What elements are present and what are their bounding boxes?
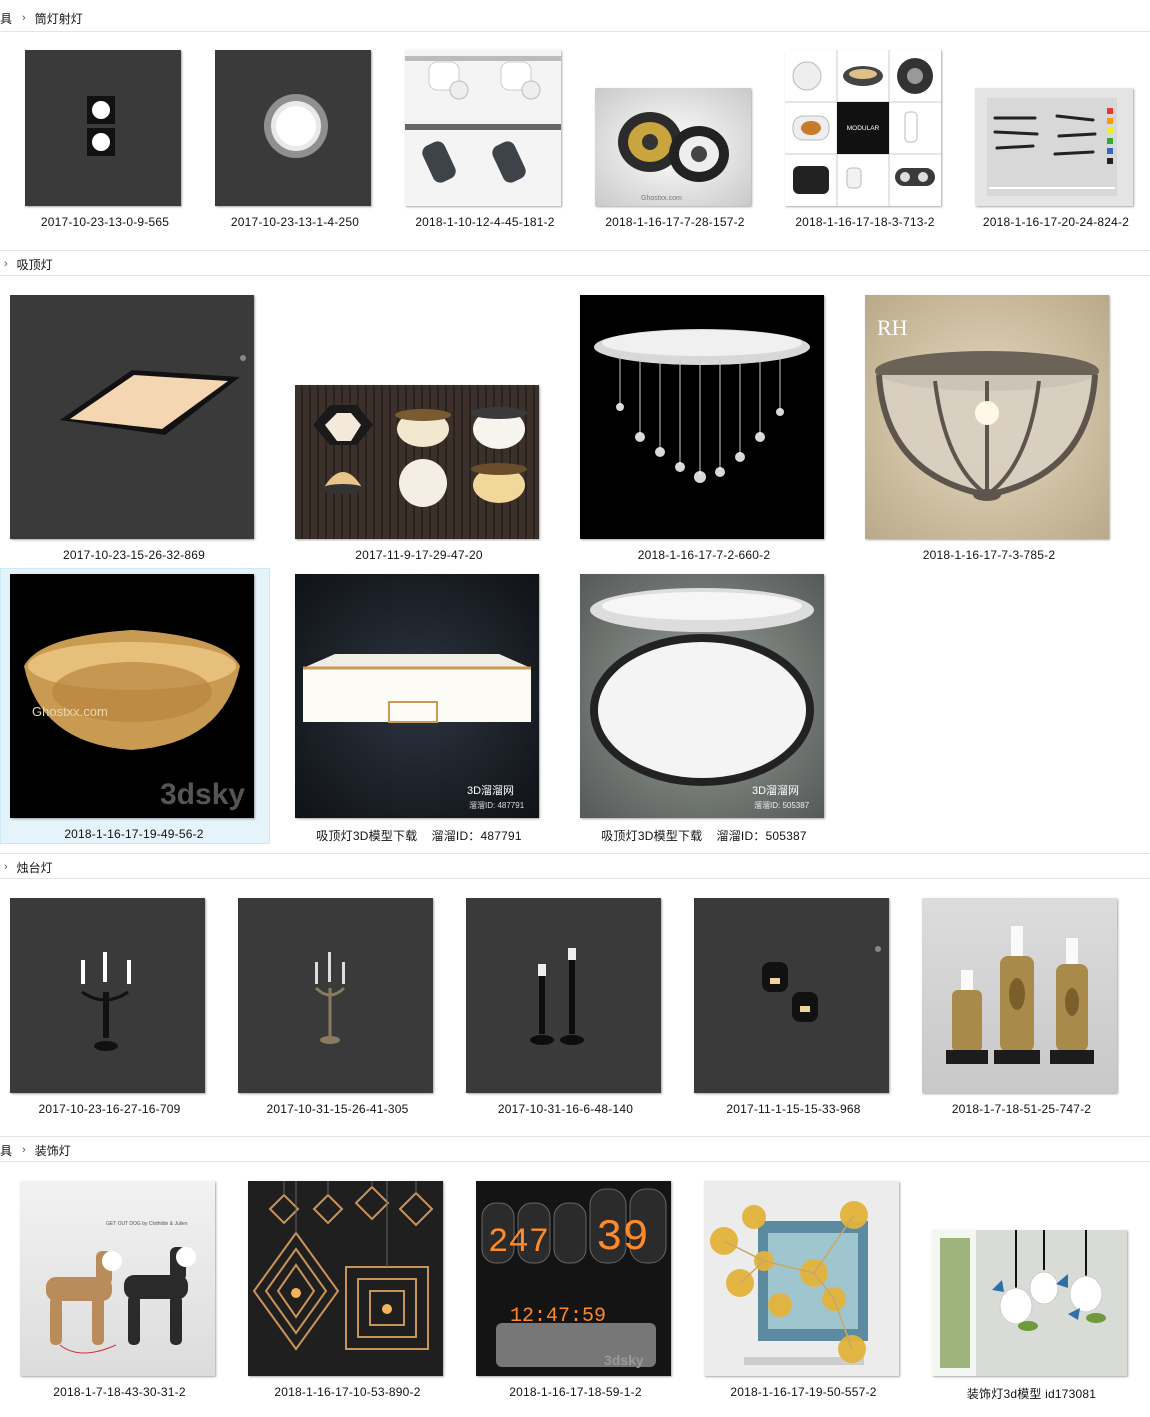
svg-text:溜溜ID: 487791: 溜溜ID: 487791 [469,800,525,810]
thumbnail: GET OUT DOG by Clothilde & Julien [20,1181,215,1376]
svg-text:3D溜溜网: 3D溜溜网 [467,783,514,797]
thumbnail: MODULAR [785,50,941,206]
file-name: 2018-1-10-12-4-45-181-2 [415,215,555,229]
section-header-candle-lights[interactable]: › 烛台灯 [0,853,1150,879]
thumbnail [932,1230,1127,1376]
file-name: 2017-10-23-15-26-32-869 [62,548,206,562]
section-title: 装饰灯 [34,1143,71,1158]
chevron-right-icon[interactable]: › [4,861,8,873]
thumbnail [248,1181,443,1376]
breadcrumb-prefix: 具 [0,11,13,26]
thumbnail [580,295,824,539]
thumbnail [922,898,1117,1093]
file-name: 2018-1-16-17-7-2-660-2 [637,548,771,562]
file-name: 2017-10-23-16-27-16-709 [38,1102,181,1116]
thumbnail [215,50,371,206]
thumbnail: Ghostxx.com [595,88,751,206]
file-name: 装饰灯3d模型 id173081 [966,1387,1097,1401]
svg-text:Ghostxx.com: Ghostxx.com [32,704,108,719]
thumbnail: RH [865,295,1109,539]
thumbnail [25,50,181,206]
divider [0,853,1150,854]
file-name: 2017-10-23-13-0-9-565 [40,215,170,229]
divider [0,878,1150,879]
breadcrumb-prefix: 具 [0,1143,13,1158]
svg-text:MODULAR: MODULAR [847,125,880,132]
file-name: 2018-1-16-17-7-3-785-2 [922,548,1056,562]
thumbnail [704,1181,899,1376]
section-header-ceiling-lights[interactable]: › 吸顶灯 [0,250,1150,276]
file-name: 2018-1-16-17-18-59-1-2 [509,1385,642,1399]
file-name: 吸顶灯3D模型下载 溜溜ID：505387 [601,829,807,843]
thumbnail [694,898,889,1093]
thumbnail: 3D溜溜网 溜溜ID: 505387 [580,574,824,818]
section-header-decorative-lights[interactable]: 具 › 装饰灯 [0,1136,1150,1162]
divider [0,250,1150,251]
svg-text:3D溜溜网: 3D溜溜网 [752,783,799,797]
thumbnail: Ghostxx.com 3dsky [10,574,254,818]
svg-text:12:47:59: 12:47:59 [510,1305,606,1328]
svg-text:247: 247 [488,1224,549,1262]
file-name: 2018-1-16-17-7-28-157-2 [605,215,745,229]
file-name: 2018-1-16-17-19-49-56-2 [64,827,204,841]
divider [0,275,1150,276]
file-name: 2017-10-31-15-26-41-305 [266,1102,409,1116]
svg-text:39: 39 [596,1213,649,1263]
file-name: 2018-1-7-18-43-30-31-2 [53,1385,186,1399]
file-name: 2018-1-16-17-18-3-713-2 [795,215,935,229]
thumbnail [466,898,661,1093]
divider [0,1161,1150,1162]
svg-text:GET OUT DOG by Clothilde & Jul: GET OUT DOG by Clothilde & Julien [106,1221,188,1227]
file-name: 2017-11-1-15-15-33-968 [726,1102,861,1116]
svg-text:3dsky: 3dsky [160,778,245,811]
section-title: 吸顶灯 [16,257,53,272]
chevron-right-icon[interactable]: › [4,258,8,270]
file-name: 2018-1-16-17-10-53-890-2 [274,1385,421,1399]
thumbnail [10,898,205,1093]
file-name: 2017-10-31-16-6-48-140 [497,1102,634,1116]
thumbnail [238,898,433,1093]
file-name: 吸顶灯3D模型下载 溜溜ID：487791 [316,829,522,843]
svg-text:溜溜ID: 505387: 溜溜ID: 505387 [754,800,810,810]
section-header-downlights[interactable]: 具 › 筒灯射灯 [0,7,1150,32]
svg-text:3dsky: 3dsky [604,1352,644,1368]
file-name: 2018-1-16-17-19-50-557-2 [730,1385,877,1399]
thumbnail [295,385,539,539]
divider [0,1136,1150,1137]
thumbnail: 3D溜溜网 溜溜ID: 487791 [295,574,539,818]
thumbnail: 247 39 12:47:59 3dsky [476,1181,671,1376]
chevron-right-icon[interactable]: › [22,1144,26,1156]
section-title: 烛台灯 [16,860,53,875]
thumbnail [10,295,254,539]
thumbnail [975,88,1133,206]
section-title: 筒灯射灯 [34,11,83,26]
divider [0,31,1150,32]
chevron-right-icon[interactable]: › [22,12,26,24]
svg-text:RH: RH [877,315,908,340]
svg-text:Ghostxx.com: Ghostxx.com [641,195,682,202]
file-name: 2017-11-9-17-29-47-20 [355,548,483,562]
file-name: 2017-10-23-13-1-4-250 [230,215,360,229]
thumbnail [405,50,561,206]
file-name: 2018-1-7-18-51-25-747-2 [951,1102,1092,1116]
file-name: 2018-1-16-17-20-24-824-2 [982,215,1130,229]
